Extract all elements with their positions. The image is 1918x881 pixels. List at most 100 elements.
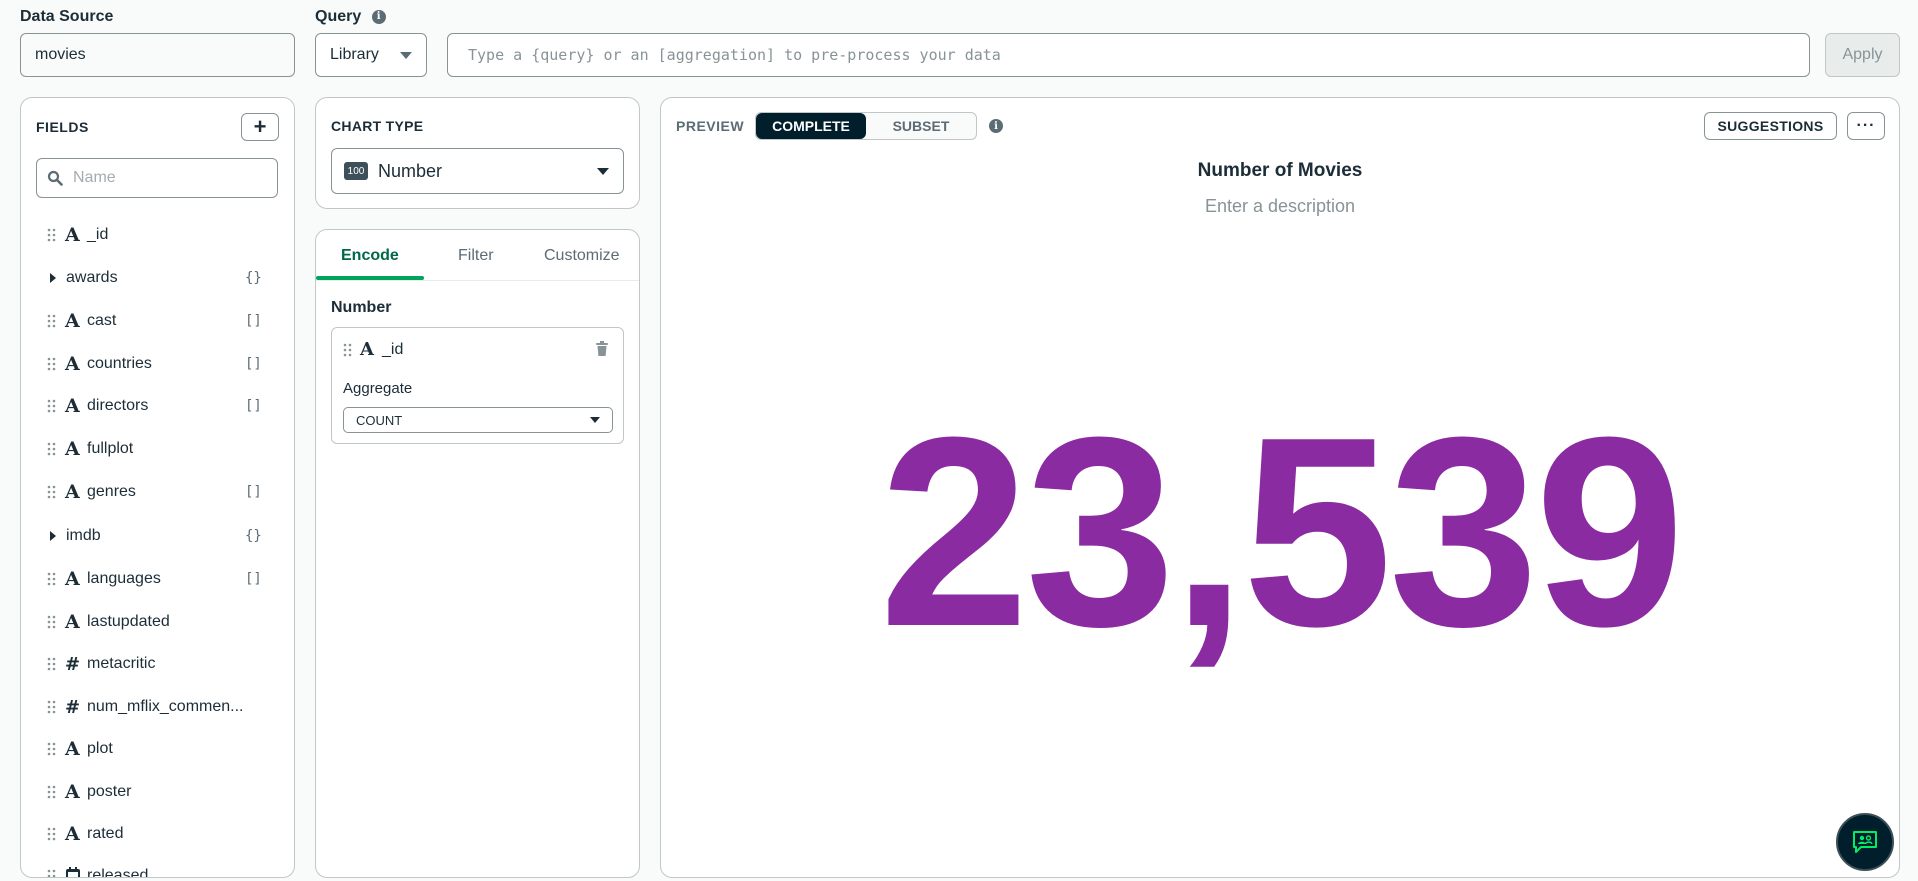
field-name: directors xyxy=(87,397,149,414)
string-type-icon: A xyxy=(65,611,80,633)
array-badge-icon: [] xyxy=(245,571,262,587)
field-item-released[interactable]: released xyxy=(21,861,293,878)
drag-handle-icon[interactable] xyxy=(47,441,57,457)
info-icon[interactable]: i xyxy=(371,9,386,24)
aggregate-value: COUNT xyxy=(356,412,403,428)
drag-handle-icon[interactable] xyxy=(47,656,57,672)
tab-encode[interactable]: Encode xyxy=(341,247,399,265)
suggestions-button[interactable]: SUGGESTIONS xyxy=(1704,112,1837,140)
field-name: _id xyxy=(87,226,109,243)
field-search-input[interactable]: Name xyxy=(36,158,278,198)
chat-icon xyxy=(1853,831,1877,853)
encode-section-title: Number xyxy=(331,299,392,316)
fields-title: FIELDS xyxy=(36,119,89,135)
string-type-icon: A xyxy=(65,353,80,375)
field-item-imdb[interactable]: imdb {} xyxy=(21,521,293,551)
number-type-icon: # xyxy=(65,696,81,718)
field-name: lastupdated xyxy=(87,613,170,630)
expand-arrow-icon[interactable] xyxy=(50,273,56,283)
field-search-placeholder: Name xyxy=(73,169,116,186)
chat-support-button[interactable] xyxy=(1836,813,1894,871)
data-source-label: Data Source xyxy=(20,8,114,25)
field-name: fullplot xyxy=(87,440,134,457)
field-item-fullplot[interactable]: Afullplot xyxy=(21,434,293,464)
trash-icon[interactable] xyxy=(595,341,609,357)
subset-toggle[interactable]: SUBSET xyxy=(866,113,976,139)
field-name: metacritic xyxy=(87,655,156,672)
field-item-directors[interactable]: Adirectors [] xyxy=(21,391,293,421)
field-name: released xyxy=(87,867,149,878)
field-item--id[interactable]: A _id xyxy=(21,220,293,250)
query-input[interactable]: Type a {query} or an [aggregation] to pr… xyxy=(447,33,1810,77)
chart-type-selected: Number xyxy=(378,160,443,181)
data-source-value: movies xyxy=(35,46,86,63)
string-type-icon: A xyxy=(65,224,80,246)
field-item-rated[interactable]: Arated xyxy=(21,819,293,849)
library-dropdown[interactable]: Library xyxy=(315,33,427,77)
field-item-languages[interactable]: Alanguages [] xyxy=(21,564,293,594)
tab-filter[interactable]: Filter xyxy=(458,247,494,265)
drag-handle-icon[interactable] xyxy=(47,356,57,372)
drag-handle-icon[interactable] xyxy=(47,227,57,243)
field-name: countries xyxy=(87,355,152,372)
drag-handle-icon[interactable] xyxy=(47,868,57,878)
query-label-group: Query i xyxy=(315,8,386,26)
chart-type-dropdown[interactable]: 100 Number xyxy=(331,148,624,194)
drag-handle-icon[interactable] xyxy=(47,826,57,842)
field-item-cast[interactable]: Acast [] xyxy=(21,306,293,336)
number-chart-icon: 100 xyxy=(344,162,368,180)
string-type-icon: A xyxy=(65,438,80,460)
aggregate-dropdown[interactable]: COUNT xyxy=(343,407,613,433)
drag-handle-icon[interactable] xyxy=(47,313,57,329)
drag-handle-icon[interactable] xyxy=(47,741,57,757)
array-badge-icon: [] xyxy=(245,484,262,500)
field-name: poster xyxy=(87,783,132,800)
chevron-down-icon xyxy=(400,51,412,59)
library-label: Library xyxy=(330,46,379,63)
field-item-awards[interactable]: awards {} xyxy=(21,263,293,293)
drag-handle-icon[interactable] xyxy=(47,484,57,500)
field-item-countries[interactable]: Acountries [] xyxy=(21,349,293,379)
info-icon[interactable]: i xyxy=(989,119,1003,133)
tab-customize[interactable]: Customize xyxy=(544,247,620,265)
expand-arrow-icon[interactable] xyxy=(50,531,56,541)
drag-handle-icon[interactable] xyxy=(47,614,57,630)
number-type-icon: # xyxy=(65,653,81,675)
field-name: plot xyxy=(87,740,113,757)
drag-handle-icon[interactable] xyxy=(47,571,57,587)
aggregate-label: Aggregate xyxy=(343,380,413,397)
active-tab-indicator xyxy=(316,276,424,280)
drag-handle-icon[interactable] xyxy=(47,699,57,715)
field-item-poster[interactable]: Aposter xyxy=(21,777,293,807)
field-name: awards xyxy=(66,269,118,286)
complete-toggle[interactable]: COMPLETE xyxy=(756,113,866,139)
chart-description[interactable]: Enter a description xyxy=(661,196,1899,217)
object-badge-icon: {} xyxy=(245,528,262,544)
field-item-metacritic[interactable]: # metacritic xyxy=(21,649,293,679)
string-type-icon: A xyxy=(65,781,80,803)
field-name: cast xyxy=(87,312,117,329)
encoded-field-name: _id xyxy=(382,341,404,358)
more-options-icon[interactable]: ··· xyxy=(1847,112,1885,140)
apply-button[interactable]: Apply xyxy=(1825,33,1900,77)
add-field-button[interactable]: + xyxy=(241,113,279,141)
date-type-icon xyxy=(65,865,81,877)
array-badge-icon: [] xyxy=(245,356,262,372)
field-item-plot[interactable]: Aplot xyxy=(21,734,293,764)
object-badge-icon: {} xyxy=(245,270,262,286)
data-source-input[interactable]: movies xyxy=(20,33,295,77)
preview-label: PREVIEW xyxy=(676,118,745,134)
chart-title[interactable]: Number of Movies xyxy=(661,160,1899,182)
drag-handle-icon[interactable] xyxy=(343,343,353,359)
string-type-icon: A xyxy=(65,738,80,760)
field-item-genres[interactable]: Agenres [] xyxy=(21,477,293,507)
field-item-num-mflix-commen[interactable]: # num_mflix_commen... xyxy=(21,692,293,722)
encode-tabs: Encode Filter Customize xyxy=(316,230,639,281)
array-badge-icon: [] xyxy=(245,313,262,329)
field-item-lastupdated[interactable]: Alastupdated xyxy=(21,607,293,637)
drag-handle-icon[interactable] xyxy=(47,398,57,414)
drag-handle-icon[interactable] xyxy=(47,784,57,800)
array-badge-icon: [] xyxy=(245,398,262,414)
chart-type-title: CHART TYPE xyxy=(331,118,424,134)
encode-panel: Encode Filter Customize Number A _id Agg… xyxy=(315,229,640,878)
